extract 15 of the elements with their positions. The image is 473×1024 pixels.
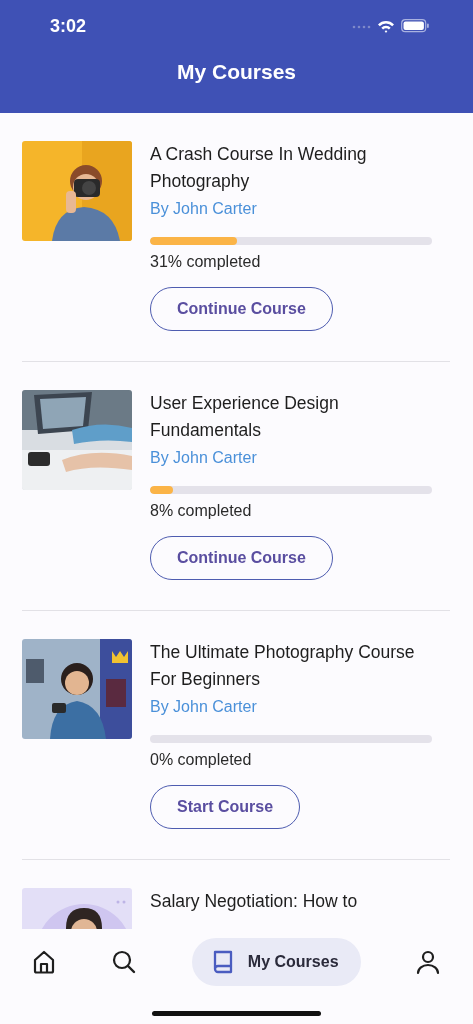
course-title: Salary Negotiation: How to (150, 890, 358, 913)
progress-text: 0% completed (150, 750, 252, 770)
course-title: User Experience Design Fundamentals (150, 392, 340, 442)
wifi-icon (377, 19, 395, 33)
search-icon (111, 949, 138, 975)
course-title: A Crash Course In Wedding Photography (150, 143, 368, 193)
course-title: The Ultimate Photography Course For Beginners (150, 641, 416, 691)
battery-icon (401, 19, 429, 33)
progress-text: 31% completed (150, 252, 261, 272)
nav-tab[interactable]: My Courses (191, 938, 361, 986)
status-time: 3:02 (50, 15, 87, 37)
home-icon (31, 949, 57, 975)
progress-text: 8% completed (150, 501, 252, 521)
person-icon (414, 949, 441, 975)
screen-title: My Courses (175, 60, 297, 84)
